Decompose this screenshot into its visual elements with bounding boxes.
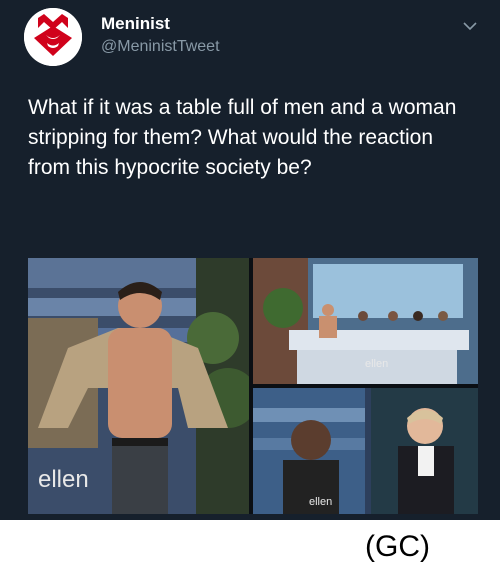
ellen-watermark-small: ellen <box>365 358 389 370</box>
display-name[interactable]: Meninist <box>101 14 170 34</box>
photo-ellen-set-wide[interactable]: ellen <box>253 258 478 384</box>
photo-audience-reactions[interactable]: ellen <box>253 388 478 514</box>
ellen-watermark: ellen <box>38 466 89 493</box>
avatar[interactable] <box>24 8 82 66</box>
tweet-text: What if it was a table full of men and a… <box>28 96 457 179</box>
reaction-shots-graphic <box>253 388 478 514</box>
chevron-down-icon[interactable] <box>462 20 478 32</box>
tweet-card: Meninist @MeninistTweet What if it was a… <box>0 0 500 520</box>
photo-man-stripping[interactable]: ellen <box>28 258 249 514</box>
tweet-media-collage[interactable]: ellen ellen ellen <box>28 258 478 514</box>
caption-text: (GC) <box>365 530 430 563</box>
meninist-logo-icon <box>24 8 82 66</box>
user-handle[interactable]: @MeninistTweet <box>101 38 220 56</box>
ellen-watermark-small: ellen <box>309 496 333 508</box>
